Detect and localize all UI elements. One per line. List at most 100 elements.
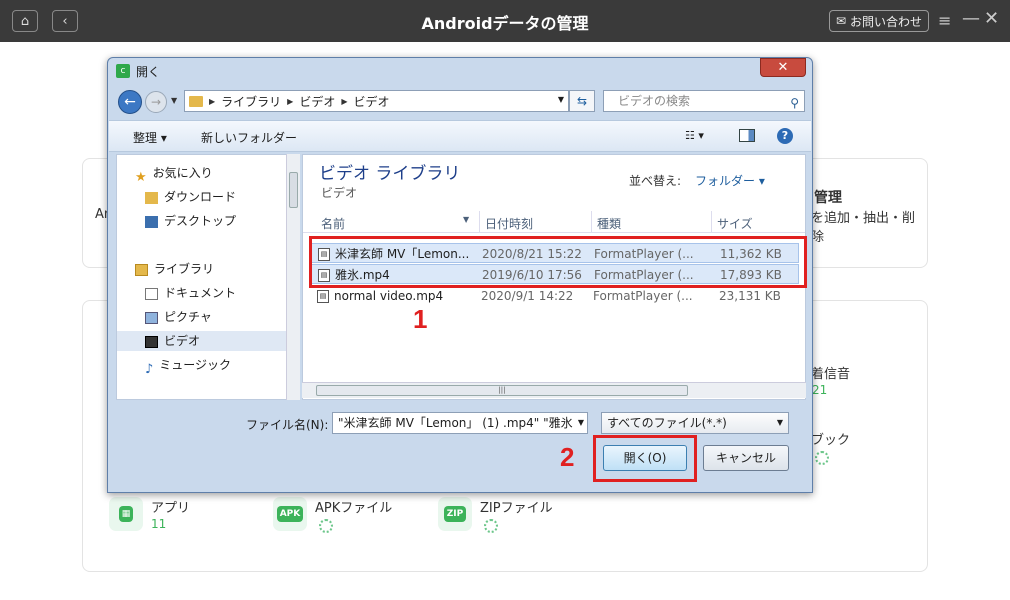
category-label[interactable]: ZIPファイル: [480, 497, 553, 516]
close-icon[interactable]: ✕: [984, 8, 999, 29]
navigation-pane: ★ お気に入り ダウンロード デスクトップ ライブラリ ドキュメント ピクチャ ビ…: [116, 154, 288, 400]
breadcrumb-item[interactable]: ビデオ: [354, 93, 390, 110]
breadcrumb-item[interactable]: ライブラリ: [221, 93, 281, 110]
file-date-cell: 2020/9/1 14:22: [481, 289, 574, 303]
file-size-cell: 23,131 KB: [719, 289, 781, 303]
filetype-value: すべてのファイル(*.*): [607, 416, 727, 430]
desktop-icon: [145, 215, 158, 228]
step-number-2: 2: [560, 442, 575, 472]
dialog-close-button[interactable]: ✕: [760, 58, 806, 77]
column-header-size[interactable]: サイズ: [717, 215, 753, 232]
sort-label: 並べ替え:: [629, 174, 682, 188]
nav-item-desktop[interactable]: デスクトップ: [117, 211, 287, 231]
card-right-desc: を追加・抽出・削除: [811, 211, 916, 245]
file-type-cell: FormatPlayer (...: [593, 289, 693, 303]
ringtone-count: 21: [812, 383, 828, 397]
nav-item-libraries[interactable]: ライブラリ: [117, 259, 287, 279]
ringtone-label[interactable]: 着信音: [811, 363, 850, 382]
nav-item-music[interactable]: ♪ ミュージック: [117, 355, 287, 377]
filename-value: "米津玄師 MV「Lemon」 (1) .mp4" "雅氷: [338, 416, 573, 430]
search-input[interactable]: ビデオの検索 ⚲: [603, 90, 805, 112]
dialog-title: 開く: [136, 65, 161, 79]
zip-file-icon[interactable]: ZIP: [438, 497, 472, 531]
cancel-button[interactable]: キャンセル: [703, 445, 789, 471]
breadcrumb-item[interactable]: ビデオ: [299, 93, 335, 110]
category-label[interactable]: アプリ: [151, 497, 190, 516]
column-header-name[interactable]: 名前: [321, 215, 345, 232]
minimize-icon[interactable]: —: [962, 8, 980, 29]
filename-input[interactable]: "米津玄師 MV「Lemon」 (1) .mp4" "雅氷 ▼: [332, 412, 588, 434]
library-title: ビデオ ライブラリ: [319, 164, 461, 184]
back-arrow-icon[interactable]: ←: [118, 90, 142, 114]
nav-item-documents[interactable]: ドキュメント: [117, 283, 287, 303]
picture-icon: [145, 311, 158, 324]
star-icon: ★: [135, 169, 147, 185]
highlight-box-open: [593, 435, 697, 482]
refresh-icon[interactable]: ⇆: [569, 90, 595, 112]
column-divider: [479, 211, 480, 233]
close-icon: ✕: [777, 60, 789, 75]
loading-icon: [484, 519, 498, 533]
nav-item-pictures[interactable]: ピクチャ: [117, 307, 287, 327]
breadcrumb-separator: ▶: [209, 96, 216, 106]
card-right-title: 管理: [814, 190, 842, 206]
filetype-dropdown-icon: ▼: [776, 418, 783, 427]
loading-icon: [319, 519, 333, 533]
forward-arrow-icon[interactable]: →: [145, 91, 167, 113]
title-bar: ⌂ ‹ Androidデータの管理 ✉ お問い合わせ ≡ — ✕: [0, 0, 1010, 42]
sort-dropdown[interactable]: フォルダー ▾: [695, 172, 765, 189]
step-number-1: 1: [413, 304, 428, 334]
nav-item-favorites[interactable]: ★ お気に入り: [117, 163, 287, 185]
breadcrumb-separator: ▶: [341, 96, 348, 106]
music-icon: ♪: [145, 361, 154, 377]
category-label[interactable]: APKファイル: [315, 497, 392, 516]
horizontal-scrollbar[interactable]: |||: [302, 382, 806, 398]
column-divider: [711, 211, 712, 233]
view-options-icon[interactable]: ☷ ▾: [685, 129, 704, 142]
column-dropdown-icon[interactable]: ▼: [463, 215, 469, 224]
file-name-cell: ▤ normal video.mp4: [317, 286, 443, 306]
library-subtitle: ビデオ: [321, 186, 358, 200]
folder-icon: [189, 95, 203, 107]
app-icon: c: [116, 64, 130, 78]
dialog-toolbar: 整理 ▾ 新しいフォルダー ☷ ▾ ?: [109, 120, 811, 152]
search-placeholder: ビデオの検索: [618, 94, 691, 108]
address-dropdown-icon[interactable]: ▼: [558, 95, 564, 104]
loading-icon: [815, 451, 829, 465]
new-folder-button[interactable]: 新しいフォルダー: [201, 129, 297, 146]
nav-scroll-thumb[interactable]: [289, 172, 298, 208]
mail-icon: ✉: [835, 14, 847, 28]
column-header-type[interactable]: 種類: [597, 215, 621, 232]
library-icon: [135, 263, 148, 276]
history-dropdown-icon[interactable]: ▼: [171, 96, 177, 105]
document-icon: [145, 287, 158, 300]
highlight-box-files: [309, 236, 807, 288]
address-bar[interactable]: ▶ ライブラリ ▶ ビデオ ▶ ビデオ ▼: [184, 90, 569, 112]
preview-pane-icon[interactable]: [739, 129, 755, 142]
nav-item-videos[interactable]: ビデオ: [117, 331, 287, 351]
contact-button[interactable]: ✉ お問い合わせ: [829, 10, 929, 32]
column-header-row: 名前 ▼ 日付時刻 種類 サイズ: [303, 211, 805, 233]
video-icon: [145, 335, 158, 348]
contact-label: お問い合わせ: [850, 14, 923, 29]
filename-dropdown-icon[interactable]: ▼: [577, 413, 584, 433]
download-folder-icon: [145, 191, 158, 204]
menu-icon[interactable]: ≡: [938, 11, 951, 30]
apps-icon[interactable]: ▦: [109, 497, 143, 531]
book-label[interactable]: ブック: [811, 429, 850, 448]
organize-button[interactable]: 整理 ▾: [133, 129, 167, 146]
file-row[interactable]: ▤ normal video.mp4 2020/9/1 14:22 FormatP…: [311, 286, 799, 306]
column-header-date[interactable]: 日付時刻: [485, 215, 533, 232]
help-icon[interactable]: ?: [777, 128, 793, 144]
video-file-icon: ▤: [317, 290, 329, 303]
filetype-select[interactable]: すべてのファイル(*.*) ▼: [601, 412, 789, 434]
category-count: 11: [151, 517, 167, 531]
nav-item-downloads[interactable]: ダウンロード: [117, 187, 287, 207]
apk-file-icon[interactable]: APK: [273, 497, 307, 531]
nav-scrollbar[interactable]: [286, 154, 300, 400]
filename-label: ファイル名(N):: [246, 418, 329, 432]
horizontal-scroll-thumb[interactable]: |||: [316, 385, 688, 396]
column-divider: [591, 211, 592, 233]
search-icon[interactable]: ⚲: [790, 93, 799, 113]
breadcrumb-separator: ▶: [287, 96, 294, 106]
